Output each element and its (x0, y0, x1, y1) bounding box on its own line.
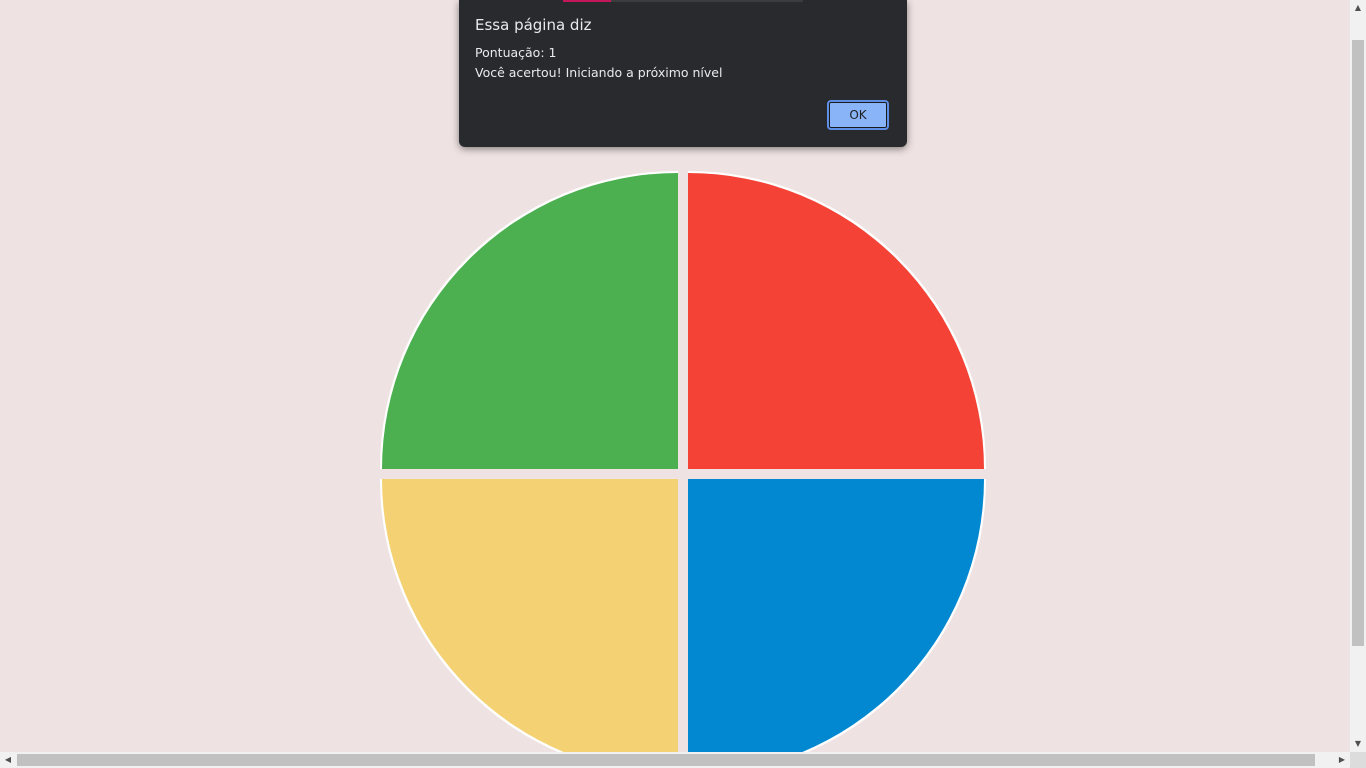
vertical-scroll-thumb[interactable] (1352, 40, 1364, 646)
dialog-origin-accent (563, 0, 611, 2)
vertical-scrollbar[interactable]: ▲ ▼ (1350, 0, 1366, 752)
score-message: Pontuação: 1 (475, 45, 557, 60)
scrollbar-corner (1350, 752, 1366, 768)
level-message: Você acertou! Iniciando a próximo nível (475, 65, 723, 80)
scroll-down-arrow-icon[interactable]: ▼ (1350, 736, 1366, 752)
scroll-up-arrow-icon[interactable]: ▲ (1350, 0, 1366, 16)
dialog-title: Essa página diz (475, 16, 592, 34)
alert-dialog: Essa página diz Pontuação: 1 Você acerto… (459, 0, 907, 147)
horizontal-scroll-thumb[interactable] (17, 754, 1315, 766)
dialog-origin-bar (563, 0, 803, 2)
scroll-left-arrow-icon[interactable]: ◀ (0, 752, 16, 768)
yellow-quadrant-button[interactable] (382, 479, 678, 752)
game-page: Essa página diz Pontuação: 1 Você acerto… (0, 0, 1350, 752)
blue-quadrant-button[interactable] (688, 479, 984, 752)
ok-button[interactable]: OK (827, 100, 889, 130)
red-quadrant-button[interactable] (688, 173, 984, 469)
green-quadrant-button[interactable] (382, 173, 678, 469)
horizontal-scrollbar[interactable]: ◀ ▶ (0, 752, 1350, 768)
scroll-right-arrow-icon[interactable]: ▶ (1334, 752, 1350, 768)
